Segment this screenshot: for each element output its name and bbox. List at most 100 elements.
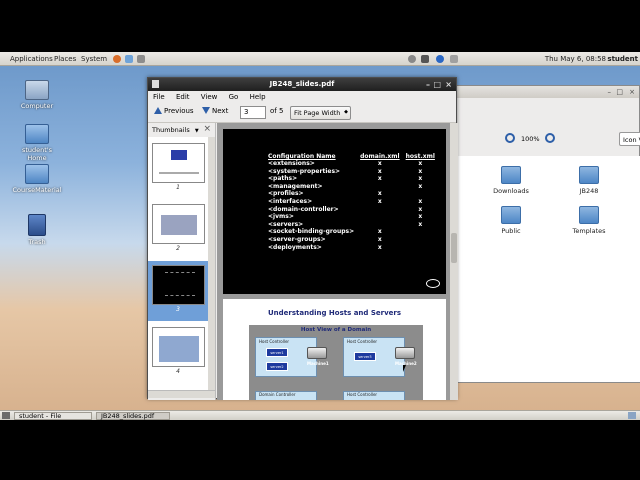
desktop-icon-trash[interactable]: Trash <box>12 214 62 246</box>
domain-cell: x <box>377 228 382 236</box>
sidebar-scrollbar[interactable] <box>208 137 215 390</box>
volume-icon[interactable] <box>450 55 458 63</box>
arrow-up-icon <box>154 107 162 114</box>
file-browser-content[interactable]: Downloads JB248 Public Templates <box>456 156 640 382</box>
home-folder-icon <box>25 124 49 144</box>
zoom-select[interactable]: Fit Page Width ◆ <box>290 106 351 120</box>
table-row: <interfaces> x x <box>265 198 438 206</box>
domain-cell: x <box>377 167 382 175</box>
table-row: <paths> x x <box>265 175 438 183</box>
thumbnail-page-4[interactable] <box>152 327 205 367</box>
public-folder-icon <box>501 206 521 224</box>
sidebar-header[interactable]: Thumbnails ▼ × <box>148 123 215 137</box>
folder-public[interactable]: Public <box>486 206 536 235</box>
thumbnail-page-3[interactable] <box>152 265 205 305</box>
fb-close-button[interactable]: × <box>629 88 635 96</box>
document-icon <box>152 80 159 88</box>
host-controller-box: Host Controller <box>343 391 405 400</box>
table-row: <system-properties> x x <box>265 168 438 176</box>
thumbnail-list[interactable]: 1 2 3 4 <box>148 137 208 390</box>
fb-minimize-button[interactable]: – <box>608 88 612 96</box>
slide-page-4: Understanding Hosts and Servers Host Vie… <box>223 299 446 400</box>
domain-cell: x <box>377 235 382 243</box>
view-mode-select[interactable]: Icon View ▼ <box>619 132 640 146</box>
table-row: <profiles> x <box>265 190 438 198</box>
host-cell <box>403 190 438 198</box>
updates-icon[interactable] <box>408 55 416 63</box>
file-browser-window[interactable]: – □ × 100% Icon View ▼ Downloads JB248 <box>440 85 640 383</box>
email-launcher-icon[interactable] <box>125 55 133 63</box>
network-icon[interactable] <box>421 55 429 63</box>
host-cell <box>403 236 438 244</box>
thumbnail-page-2[interactable] <box>152 204 205 244</box>
menu-help[interactable]: Help <box>250 93 266 101</box>
sidebar-close-icon[interactable]: × <box>203 124 211 134</box>
zoom-level: 100% <box>521 135 540 143</box>
bluetooth-icon[interactable] <box>436 55 444 63</box>
clock[interactable]: Thu May 6, 08:58 <box>545 55 606 63</box>
config-name-cell: <interfaces> <box>268 197 313 205</box>
document-scrollbar[interactable] <box>450 123 458 400</box>
user-menu[interactable]: student <box>607 55 638 63</box>
task-file-browser[interactable]: student - File Browser <box>14 412 92 420</box>
thumbnails-sidebar: Thumbnails ▼ × 1 2 3 4 <box>148 123 216 400</box>
fb-maximize-button[interactable]: □ <box>616 88 623 96</box>
table-row: <servers> x <box>265 221 438 229</box>
config-name-cell: <jvms> <box>268 213 294 221</box>
host-cell: x <box>418 213 423 221</box>
domain-cell <box>357 221 403 229</box>
thumbnail-number: 1 <box>176 184 180 191</box>
config-name-cell: <deployments> <box>268 243 322 251</box>
folder-jb248[interactable]: JB248 <box>564 166 614 195</box>
templates-folder-icon <box>579 206 599 224</box>
domain-cell: x <box>377 243 382 251</box>
minimize-button[interactable]: – <box>426 80 430 89</box>
toolbar: Previous Next 3 of 5 Fit Page Width ◆ <box>148 103 456 123</box>
menu-go[interactable]: Go <box>229 93 239 101</box>
desktop-icon-computer[interactable]: Computer <box>12 80 62 110</box>
thumbnail-page-1[interactable] <box>152 143 205 183</box>
domain-cell: x <box>377 197 382 205</box>
system-menu[interactable]: System <box>81 55 107 63</box>
config-name-cell: <server-groups> <box>268 235 326 243</box>
pdf-viewer-window[interactable]: JB248_slides.pdf – □ × File Edit View Go… <box>147 77 458 400</box>
server-box: server1 <box>266 348 288 357</box>
desktop-screen: Applications Places System Thu May 6, 08… <box>0 52 640 420</box>
next-button[interactable]: Next <box>202 107 228 115</box>
applications-menu[interactable]: Applications <box>10 55 53 63</box>
help-launcher-icon[interactable] <box>137 55 145 63</box>
document-view[interactable]: Configuration Name domain.xml host.xml <… <box>217 123 458 400</box>
desktop-icon-home[interactable]: student's Home <box>12 124 62 162</box>
menu-file[interactable]: File <box>153 93 165 101</box>
domain-cell <box>357 183 403 191</box>
close-button[interactable]: × <box>445 80 452 89</box>
task-pdf-viewer[interactable]: JB248_slides.pdf <box>96 412 170 420</box>
column-header-host: host.xml <box>405 153 435 160</box>
zoom-out-icon[interactable] <box>505 133 515 143</box>
config-name-cell: <socket-binding-groups> <box>268 228 355 236</box>
sidebar-horizontal-scrollbar[interactable] <box>148 390 215 398</box>
file-browser-titlebar[interactable]: – □ × <box>441 86 639 98</box>
config-name-cell: <paths> <box>268 175 298 183</box>
host-cell <box>403 228 438 236</box>
mouse-cursor-icon <box>403 365 406 372</box>
menu-edit[interactable]: Edit <box>176 93 190 101</box>
desktop-icon-coursematerial[interactable]: CourseMaterial <box>12 164 62 194</box>
domain-cell: x <box>377 190 382 198</box>
pdf-titlebar[interactable]: JB248_slides.pdf – □ × <box>148 78 456 91</box>
maximize-button[interactable]: □ <box>433 80 441 89</box>
folder-downloads[interactable]: Downloads <box>486 166 536 195</box>
show-desktop-icon[interactable] <box>2 412 10 419</box>
menu-view[interactable]: View <box>201 93 218 101</box>
machine-icon <box>395 347 415 359</box>
previous-button[interactable]: Previous <box>154 107 194 115</box>
page-number-input[interactable]: 3 <box>240 106 266 119</box>
folder-templates[interactable]: Templates <box>564 206 614 235</box>
scrollbar-thumb[interactable] <box>451 233 457 263</box>
workspace-switcher-icon[interactable] <box>628 412 636 419</box>
places-menu[interactable]: Places <box>54 55 76 63</box>
sidebar-mode-select[interactable]: Thumbnails <box>152 126 190 134</box>
domain-cell <box>357 213 403 221</box>
zoom-in-icon[interactable] <box>545 133 555 143</box>
firefox-launcher-icon[interactable] <box>113 55 121 63</box>
